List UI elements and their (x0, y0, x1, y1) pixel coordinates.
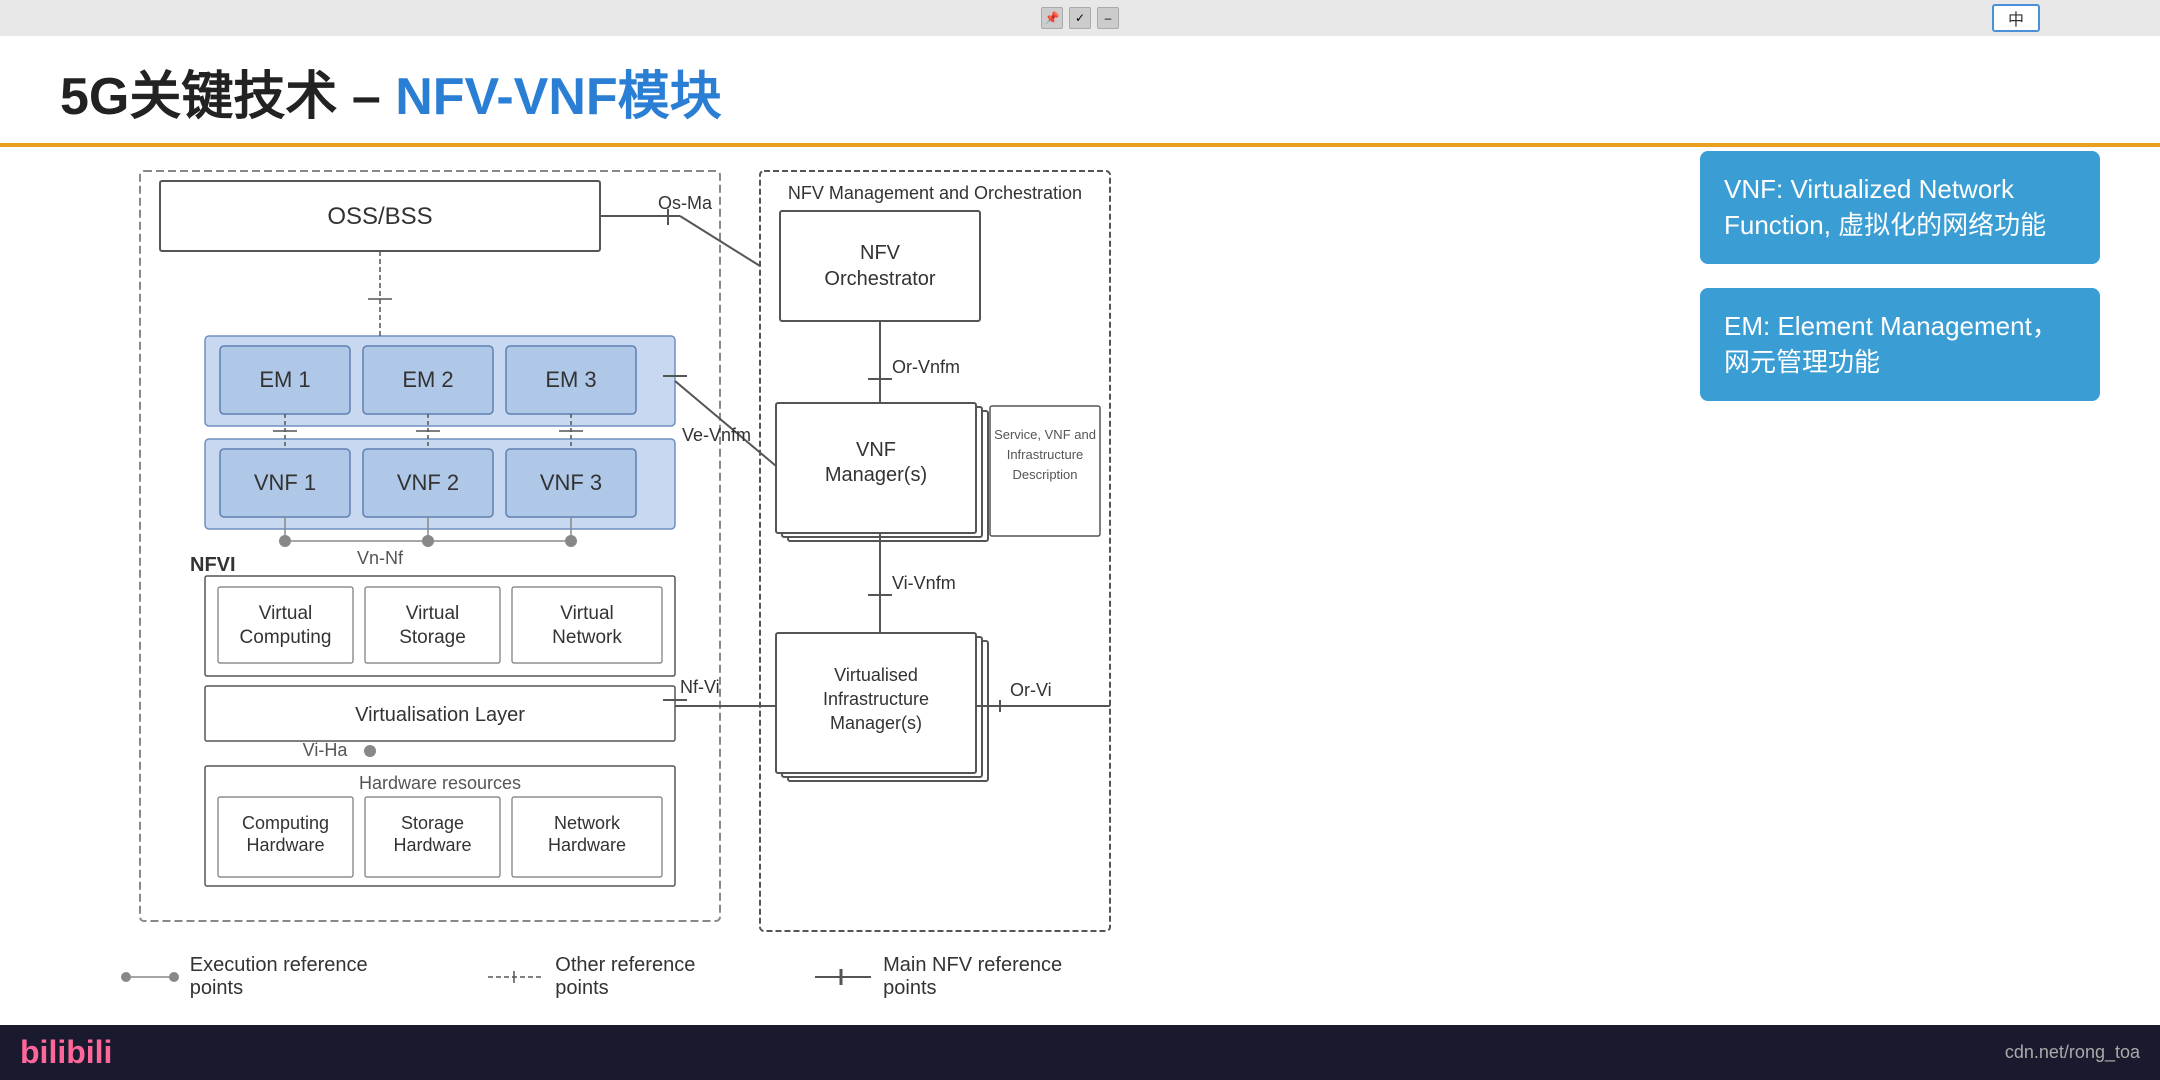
svg-text:Vi-Ha: Vi-Ha (303, 740, 349, 760)
svg-text:Nf-Vi: Nf-Vi (680, 677, 720, 697)
svg-text:VNF 1: VNF 1 (254, 470, 316, 495)
svg-text:Network: Network (552, 627, 622, 648)
title-bar: 5G关键技术 – NFV-VNF模块 (0, 36, 2160, 147)
svg-text:Computing: Computing (242, 813, 329, 833)
check-icon[interactable]: ✓ (1069, 7, 1091, 29)
legend-other-ref: Other reference points (486, 954, 754, 1000)
svg-text:Computing: Computing (240, 627, 332, 648)
svg-text:NFVI: NFVI (190, 554, 236, 576)
svg-text:EM 1: EM 1 (259, 367, 310, 392)
nfv-mgmt-label: NFV Management and Orchestration (788, 183, 1082, 203)
svg-text:NFV: NFV (860, 242, 901, 264)
svg-text:Hardware resources: Hardware resources (359, 773, 521, 793)
bilibili-logo: bilibili (20, 1034, 112, 1071)
svg-text:Virtual: Virtual (259, 603, 313, 624)
bottom-url: cdn.net/rong_toa (2005, 1042, 2140, 1063)
svg-text:Virtualisation Layer: Virtualisation Layer (355, 704, 525, 726)
svg-text:VNF: VNF (856, 439, 896, 461)
diagram-legend: Execution reference points Other referen… (120, 954, 1120, 1000)
svg-text:Hardware: Hardware (393, 835, 471, 855)
svg-text:Virtual: Virtual (560, 603, 614, 624)
oss-bss-label: OSS/BSS (327, 203, 432, 230)
vnf-info-box: VNF: Virtualized Network Function, 虚拟化的网… (1700, 151, 2100, 264)
svg-text:Virtual: Virtual (406, 603, 460, 624)
svg-text:Service, VNF and: Service, VNF and (994, 427, 1096, 442)
svg-text:VNF 2: VNF 2 (397, 470, 459, 495)
svg-text:Vi-Vnfm: Vi-Vnfm (892, 573, 956, 593)
svg-text:Manager(s): Manager(s) (830, 713, 922, 733)
svg-text:Hardware: Hardware (548, 835, 626, 855)
pin-icon[interactable]: 📌 (1041, 7, 1063, 29)
main-content: 5G关键技术 – NFV-VNF模块 OSS/BSS NFV Managemen… (0, 36, 2160, 1080)
svg-text:Description: Description (1012, 467, 1077, 482)
legend-main-ref: Main NFV reference points (813, 954, 1120, 1000)
svg-text:Os-Ma: Os-Ma (658, 193, 713, 213)
svg-text:Ve-Vnfm: Ve-Vnfm (682, 425, 751, 445)
nfv-diagram: OSS/BSS NFV Management and Orchestration… (60, 151, 1120, 1031)
svg-text:EM 3: EM 3 (545, 367, 596, 392)
svg-text:Infrastructure: Infrastructure (823, 689, 929, 709)
top-bar-icons: 📌 ✓ – (1041, 7, 1119, 29)
page-title: 5G关键技术 – NFV-VNF模块 (60, 68, 722, 126)
svg-text:Manager(s): Manager(s) (825, 464, 927, 486)
svg-text:Orchestrator: Orchestrator (824, 268, 935, 290)
svg-text:VNF 3: VNF 3 (540, 470, 602, 495)
legend-other-label: Other reference points (555, 954, 753, 1000)
title-prefix: 5G关键技术 – (60, 68, 395, 126)
svg-text:Vn-Nf: Vn-Nf (357, 548, 404, 568)
svg-text:Storage: Storage (401, 813, 464, 833)
legend-exec-label: Execution reference points (190, 954, 426, 1000)
svg-text:Or-Vnfm: Or-Vnfm (892, 357, 960, 377)
language-button[interactable]: 中 (1992, 4, 2040, 32)
svg-text:Virtualised: Virtualised (834, 665, 918, 685)
legend-exec-ref: Execution reference points (120, 954, 426, 1000)
svg-text:EM 2: EM 2 (402, 367, 453, 392)
svg-text:Storage: Storage (399, 627, 466, 648)
svg-text:Or-Vi: Or-Vi (1010, 680, 1052, 700)
top-bar: 📌 ✓ – 中 (0, 0, 2160, 36)
bottom-bar: bilibili cdn.net/rong_toa (0, 1025, 2160, 1080)
info-boxes: VNF: Virtualized Network Function, 虚拟化的网… (1700, 151, 2100, 425)
minus-icon[interactable]: – (1097, 7, 1119, 29)
legend-main-label: Main NFV reference points (883, 954, 1120, 1000)
title-highlight: NFV-VNF模块 (395, 68, 721, 126)
diagram-area: OSS/BSS NFV Management and Orchestration… (60, 151, 1120, 1020)
svg-text:Hardware: Hardware (246, 835, 324, 855)
svg-text:Infrastructure: Infrastructure (1007, 447, 1084, 462)
svg-text:Network: Network (554, 813, 621, 833)
em-info-box: EM: Element Management，网元管理功能 (1700, 288, 2100, 401)
